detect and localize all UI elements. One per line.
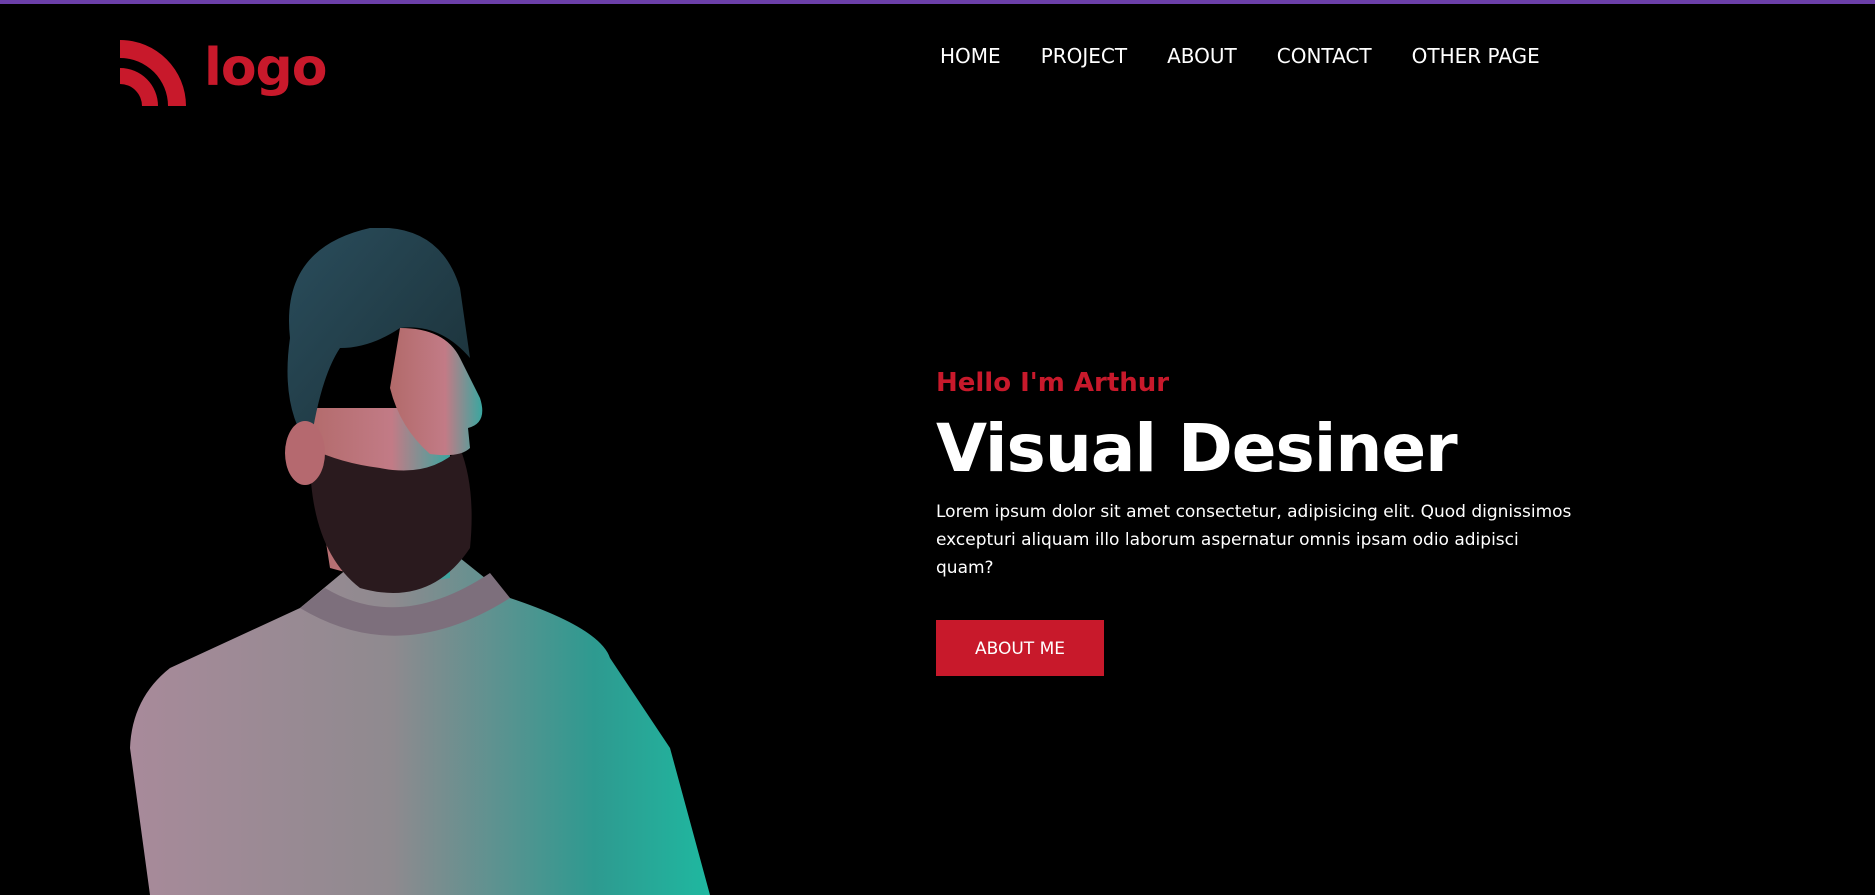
main-nav: HOME PROJECT ABOUT CONTACT OTHER PAGE: [940, 42, 1540, 70]
hero-title: Visual Desiner: [936, 410, 1458, 487]
nav-project[interactable]: PROJECT: [1041, 42, 1127, 70]
about-me-button[interactable]: ABOUT ME: [936, 620, 1104, 676]
nav-home[interactable]: HOME: [940, 42, 1001, 70]
hero-description: Lorem ipsum dolor sit amet consectetur, …: [936, 502, 1572, 578]
portrait-image: [130, 228, 710, 895]
nav-about[interactable]: ABOUT: [1167, 42, 1237, 70]
nav-other-page[interactable]: OTHER PAGE: [1412, 42, 1540, 70]
nav-contact[interactable]: CONTACT: [1277, 42, 1372, 70]
hero-greeting: Hello I'm Arthur: [936, 368, 1170, 398]
logo-text: logo: [204, 38, 327, 98]
page: logo HOME PROJECT ABOUT CONTACT OTHER PA…: [0, 0, 1875, 895]
hero-section: Hello I'm Arthur Visual Desiner Lorem ip…: [936, 366, 1596, 676]
site-logo[interactable]: logo: [120, 38, 327, 106]
top-strip: [0, 0, 1875, 4]
logo-arcs-icon: [120, 40, 186, 106]
